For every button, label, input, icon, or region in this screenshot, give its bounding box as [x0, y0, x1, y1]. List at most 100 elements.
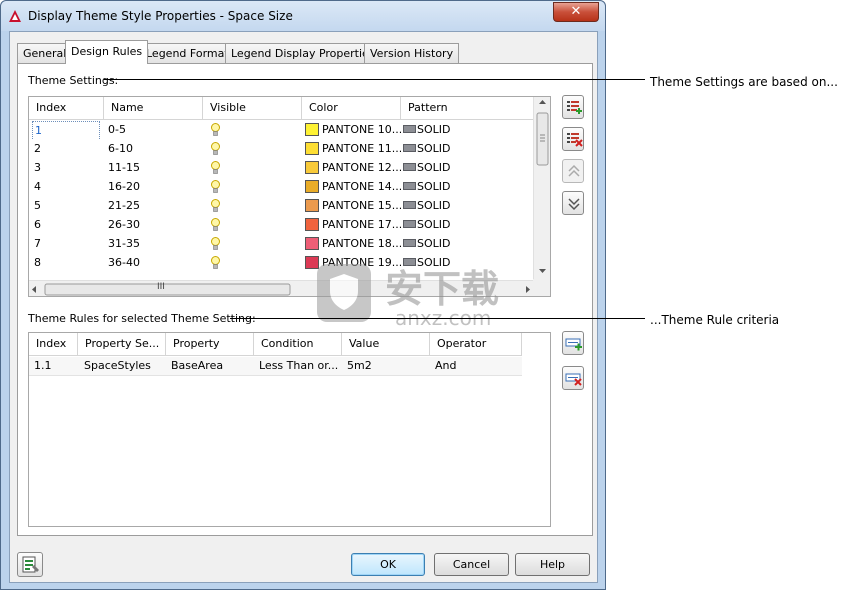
theme-setting-row[interactable]: 3 11-15 PANTONE 12... SOLID	[29, 159, 534, 178]
style-editor-button[interactable]	[17, 552, 43, 577]
help-button[interactable]: Help	[515, 553, 590, 576]
settings-callout-line	[104, 79, 645, 80]
add-theme-setting-button[interactable]	[562, 95, 584, 119]
setting-index-value: 7	[34, 237, 41, 250]
tab-legend-format[interactable]: Legend Format	[140, 43, 235, 63]
theme-setting-row[interactable]: 4 16-20 PANTONE 14... SOLID	[29, 178, 534, 197]
column-header-index[interactable]: Index	[29, 97, 104, 120]
theme-setting-row[interactable]: 7 31-35 PANTONE 18... SOLID	[29, 235, 534, 254]
setting-pattern-name: SOLID	[417, 161, 451, 174]
setting-visible[interactable]	[203, 254, 302, 273]
window-title: Display Theme Style Properties - Space S…	[28, 9, 293, 23]
setting-visible[interactable]	[203, 121, 302, 140]
ok-button[interactable]: OK	[351, 553, 425, 576]
lightbulb-icon[interactable]	[211, 256, 220, 270]
setting-pattern-name: SOLID	[417, 123, 451, 136]
setting-color[interactable]: PANTONE 18...	[302, 235, 401, 254]
remove-rule-icon	[565, 373, 582, 386]
tab-version-history[interactable]: Version History	[364, 43, 460, 63]
setting-index-value[interactable]: 1	[32, 121, 100, 140]
theme-setting-row[interactable]: 6 26-30 PANTONE 17... SOLID	[29, 216, 534, 235]
setting-visible[interactable]	[203, 159, 302, 178]
move-up-button[interactable]	[562, 159, 584, 183]
setting-name: 26-30	[108, 218, 140, 231]
tab-design-rules[interactable]: Design Rules	[65, 40, 149, 64]
pattern-swatch	[403, 125, 416, 133]
setting-visible[interactable]	[203, 178, 302, 197]
setting-index: 4	[29, 178, 104, 197]
theme-settings-vertical-scrollbar[interactable]	[533, 97, 550, 280]
add-theme-setting-icon	[567, 101, 582, 114]
setting-index: 5	[29, 197, 104, 216]
hscroll-thumb-grip: III	[157, 282, 165, 292]
cancel-button[interactable]: Cancel	[434, 553, 509, 576]
pattern-swatch	[403, 182, 416, 190]
watermark: 安下载 anxz.com	[313, 258, 533, 338]
column-header-color[interactable]: Color	[302, 97, 401, 120]
lightbulb-icon[interactable]	[211, 123, 220, 137]
color-swatch	[305, 198, 319, 212]
lightbulb-icon[interactable]	[211, 237, 220, 251]
setting-name: 21-25	[108, 199, 140, 212]
setting-color[interactable]: PANTONE 12...	[302, 159, 401, 178]
setting-name: 36-40	[108, 256, 140, 269]
add-rule-button[interactable]	[562, 331, 584, 355]
setting-name: 16-20	[108, 180, 140, 193]
rules-column-header-index[interactable]: Index	[29, 333, 78, 356]
setting-pattern[interactable]: SOLID	[401, 140, 516, 159]
setting-pattern[interactable]: SOLID	[401, 159, 516, 178]
lightbulb-icon[interactable]	[211, 218, 220, 232]
lightbulb-icon[interactable]	[211, 180, 220, 194]
setting-color[interactable]: PANTONE 14...	[302, 178, 401, 197]
setting-color[interactable]: PANTONE 10...	[302, 121, 401, 140]
tab-legend-display-properties[interactable]: Legend Display Properties	[225, 43, 381, 63]
setting-visible[interactable]	[203, 216, 302, 235]
setting-color-name: PANTONE 11...	[322, 142, 401, 155]
lightbulb-icon[interactable]	[211, 199, 220, 213]
remove-rule-button[interactable]	[562, 366, 584, 390]
lightbulb-icon[interactable]	[211, 142, 220, 156]
setting-visible[interactable]	[203, 235, 302, 254]
column-header-pattern[interactable]: Pattern	[401, 97, 534, 120]
setting-pattern-name: SOLID	[417, 199, 451, 212]
setting-color-name: PANTONE 17...	[322, 218, 401, 231]
remove-theme-setting-button[interactable]	[562, 127, 584, 151]
setting-pattern-name: SOLID	[417, 237, 451, 250]
rules-column-header-property[interactable]: Property	[166, 333, 254, 356]
lightbulb-icon[interactable]	[211, 161, 220, 175]
setting-pattern[interactable]: SOLID	[401, 178, 516, 197]
theme-setting-row[interactable]: 5 21-25 PANTONE 15... SOLID	[29, 197, 534, 216]
theme-setting-row[interactable]: 2 6-10 PANTONE 11... SOLID	[29, 140, 534, 159]
color-swatch	[305, 236, 319, 250]
pattern-swatch	[403, 220, 416, 228]
setting-index-value: 5	[34, 199, 41, 212]
setting-color-name: PANTONE 15...	[322, 199, 401, 212]
theme-rules-grid[interactable]: Index Property Se... Property Condition …	[28, 332, 551, 527]
setting-visible[interactable]	[203, 140, 302, 159]
theme-setting-row[interactable]: 1 0-5 PANTONE 10... SOLID	[29, 121, 534, 140]
setting-pattern[interactable]: SOLID	[401, 121, 516, 140]
title-bar[interactable]: Display Theme Style Properties - Space S…	[1, 1, 605, 31]
setting-index: 8	[29, 254, 104, 273]
close-button[interactable]: ✕	[553, 2, 599, 22]
scrollbar-corner	[533, 279, 550, 296]
setting-index: 7	[29, 235, 104, 254]
column-header-visible[interactable]: Visible	[203, 97, 302, 120]
setting-visible[interactable]	[203, 197, 302, 216]
rule-row[interactable]: 1.1 SpaceStyles BaseArea Less Than or...…	[29, 357, 522, 376]
rules-callout-line	[230, 318, 645, 319]
setting-pattern[interactable]: SOLID	[401, 216, 516, 235]
setting-pattern[interactable]: SOLID	[401, 235, 516, 254]
move-down-button[interactable]	[562, 191, 584, 215]
rules-column-header-property-set[interactable]: Property Se...	[78, 333, 166, 356]
column-header-name[interactable]: Name	[104, 97, 203, 120]
theme-rules-label: Theme Rules for selected Theme Setting:	[28, 312, 256, 325]
color-swatch	[305, 179, 319, 193]
setting-pattern[interactable]: SOLID	[401, 197, 516, 216]
setting-color[interactable]: PANTONE 11...	[302, 140, 401, 159]
setting-color[interactable]: PANTONE 15...	[302, 197, 401, 216]
rule-condition: Less Than or...	[259, 359, 339, 372]
setting-pattern-name: SOLID	[417, 218, 451, 231]
theme-settings-label: Theme Settings:	[28, 74, 119, 87]
setting-color[interactable]: PANTONE 17...	[302, 216, 401, 235]
